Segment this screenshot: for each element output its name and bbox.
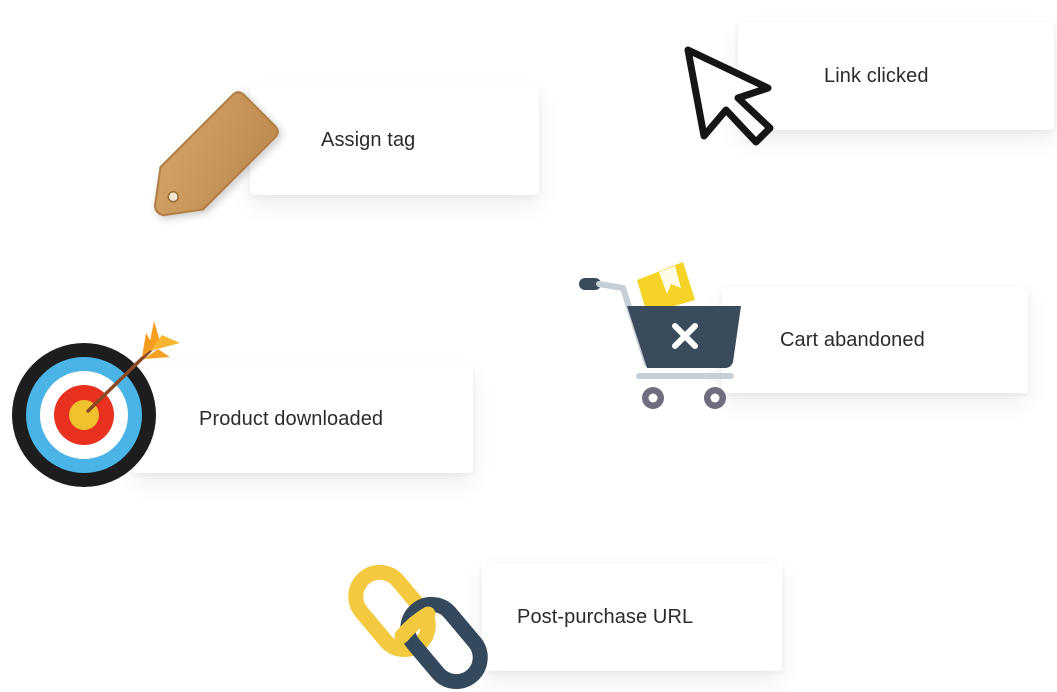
link-icon bbox=[348, 558, 493, 692]
assign-tag-label: Assign tag bbox=[321, 128, 416, 151]
post-purchase-url-card[interactable]: Post-purchase URL bbox=[482, 563, 782, 671]
link-clicked-card[interactable]: Link clicked bbox=[738, 22, 1054, 130]
post-purchase-url-label: Post-purchase URL bbox=[517, 605, 694, 628]
link-clicked-label: Link clicked bbox=[824, 64, 929, 87]
target-icon bbox=[10, 317, 182, 489]
tag-icon bbox=[135, 85, 285, 235]
cart-abandoned-card[interactable]: Cart abandoned bbox=[722, 287, 1028, 393]
cursor-icon bbox=[682, 44, 778, 148]
cart-icon bbox=[575, 258, 750, 416]
product-downloaded-label: Product downloaded bbox=[199, 407, 384, 430]
product-downloaded-card[interactable]: Product downloaded bbox=[133, 365, 473, 473]
cart-abandoned-label: Cart abandoned bbox=[780, 328, 925, 351]
assign-tag-card[interactable]: Assign tag bbox=[250, 85, 539, 195]
